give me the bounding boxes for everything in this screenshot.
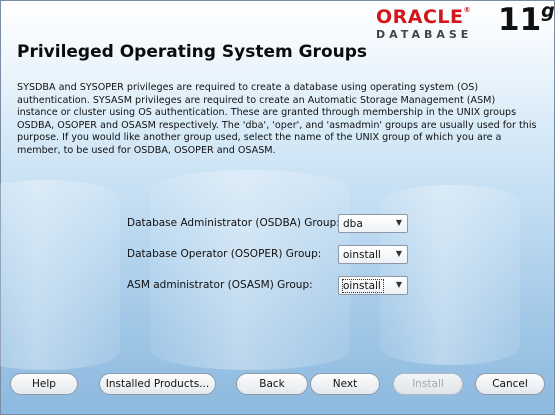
installed-products-button[interactable]: Installed Products... xyxy=(99,373,216,395)
next-button[interactable]: Next xyxy=(310,373,380,395)
osdba-group-select[interactable]: dba ▼ xyxy=(338,214,408,233)
osasm-row: ASM administrator (OSASM) Group: oinstal… xyxy=(0,276,555,296)
background-cylinder-right xyxy=(380,185,520,365)
page-description: SYSDBA and SYSOPER privileges are requir… xyxy=(17,82,537,156)
osoper-row: Database Operator (OSOPER) Group: oinsta… xyxy=(0,245,555,265)
logo-product: DATABASE xyxy=(376,28,473,41)
osasm-group-value: oinstall xyxy=(342,279,384,293)
help-button-label: Help xyxy=(32,378,56,390)
osoper-group-value: oinstall xyxy=(343,249,381,261)
cancel-button-label: Cancel xyxy=(492,378,528,390)
installed-products-label: Installed Products... xyxy=(105,378,210,390)
oracle-database-logo: ORACLE® DATABASE 11g xyxy=(376,0,555,41)
next-button-label: Next xyxy=(332,378,358,390)
osoper-label: Database Operator (OSOPER) Group: xyxy=(127,248,322,260)
logo-version: 11 xyxy=(498,2,542,38)
osoper-group-select[interactable]: oinstall ▼ xyxy=(338,245,408,264)
chevron-down-icon: ▼ xyxy=(395,249,402,258)
logo-company: ORACLE xyxy=(376,6,464,28)
osasm-group-select[interactable]: oinstall ▼ xyxy=(338,276,408,295)
chevron-down-icon: ▼ xyxy=(395,280,402,289)
help-button[interactable]: Help xyxy=(10,373,78,395)
osasm-label: ASM administrator (OSASM) Group: xyxy=(127,279,313,291)
page-title: Privileged Operating System Groups xyxy=(17,42,368,62)
background-cylinder-left xyxy=(0,180,120,370)
cancel-button[interactable]: Cancel xyxy=(475,373,545,395)
background-cylinder-center xyxy=(150,170,350,370)
chevron-down-icon: ▼ xyxy=(395,218,402,227)
install-button-label: Install xyxy=(412,378,444,390)
osdba-label: Database Administrator (OSDBA) Group: xyxy=(127,217,340,229)
logo-version-suffix: g xyxy=(541,0,555,22)
back-button-label: Back xyxy=(259,378,285,390)
install-button[interactable]: Install xyxy=(393,373,463,395)
osdba-group-value: dba xyxy=(343,218,363,230)
osdba-row: Database Administrator (OSDBA) Group: db… xyxy=(0,214,555,234)
back-button[interactable]: Back xyxy=(236,373,308,395)
